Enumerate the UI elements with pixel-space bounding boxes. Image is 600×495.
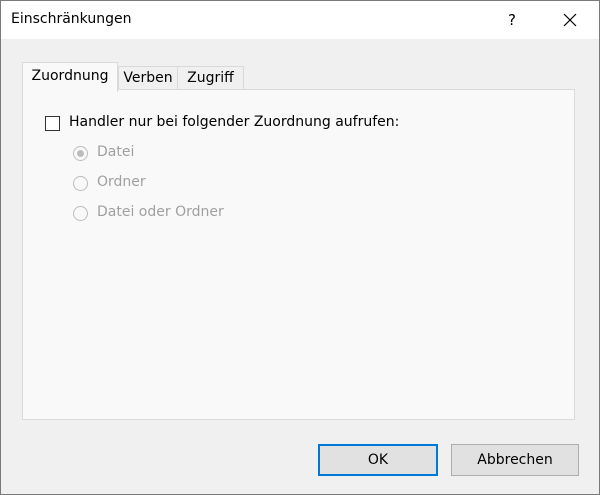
tab-zugriff[interactable]: Zugriff	[177, 66, 244, 90]
tab-verben[interactable]: Verben	[118, 66, 178, 90]
radio-ordner[interactable]	[73, 176, 88, 191]
cancel-button[interactable]: Abbrechen	[451, 444, 579, 476]
radio-ordner-label: Ordner	[97, 174, 146, 190]
handler-restriction-label: Handler nur bei folgender Zuordnung aufr…	[69, 114, 400, 130]
close-button[interactable]	[547, 1, 593, 39]
tab-panel-zuordnung	[22, 89, 575, 420]
title-bar: Einschränkungen ?	[1, 1, 599, 39]
radio-datei-oder-ordner[interactable]	[73, 206, 88, 221]
radio-datei-label: Datei	[97, 144, 135, 160]
window-title: Einschränkungen	[11, 11, 132, 27]
close-icon	[563, 13, 577, 27]
radio-selected-dot	[77, 150, 84, 157]
ok-button[interactable]: OK	[318, 444, 438, 476]
radio-datei[interactable]	[73, 146, 88, 161]
help-button[interactable]: ?	[489, 1, 535, 39]
radio-datei-oder-ordner-label: Datei oder Ordner	[97, 204, 224, 220]
handler-restriction-checkbox[interactable]	[45, 116, 60, 131]
tab-zuordnung[interactable]: Zuordnung	[22, 62, 118, 92]
